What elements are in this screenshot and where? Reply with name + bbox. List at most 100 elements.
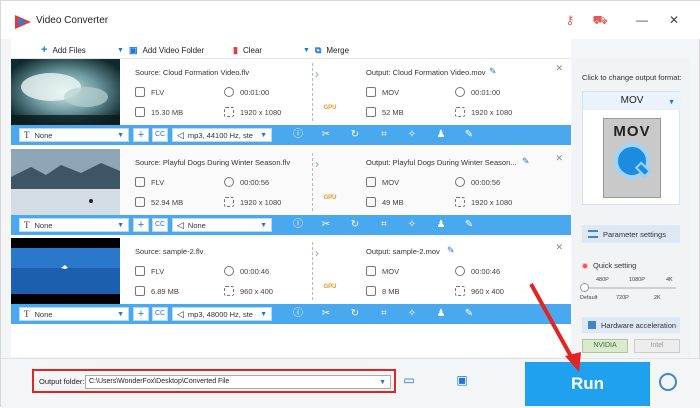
subtitle-select[interactable]: T None ▼ <box>19 128 129 142</box>
merge-icon: ⧉ <box>314 44 322 55</box>
add-video-folder-button[interactable]: ▼ ▣ Add Video Folder <box>117 43 204 57</box>
hardware-acceleration-toggle[interactable]: Hardware acceleration <box>582 317 680 333</box>
remove-item-button[interactable]: ✕ <box>555 63 563 74</box>
resolution-icon <box>455 286 465 296</box>
add-subtitle-button[interactable]: + <box>133 128 149 142</box>
edit-pencil-icon[interactable]: ✎ <box>522 156 530 167</box>
remove-item-button[interactable]: ✕ <box>555 153 563 164</box>
duration-text: 00:01:00 <box>240 87 270 97</box>
output-format-selector[interactable]: MOV ▼ MOV <box>582 91 681 205</box>
output-format: MOV <box>366 87 399 97</box>
rotate-icon[interactable]: ↻ <box>348 307 362 321</box>
cc-button[interactable]: CC <box>152 307 168 321</box>
text-icon: T <box>24 309 30 319</box>
edit-pencil-icon[interactable]: ✎ <box>447 245 455 256</box>
chevron-right-icon: › <box>315 157 319 171</box>
dropdown-arrow-icon[interactable]: ▼ <box>303 47 310 54</box>
clock-icon <box>224 177 234 187</box>
cut-icon[interactable]: ✂ <box>319 218 333 232</box>
subtitle-select[interactable]: T None ▼ <box>19 218 129 232</box>
dropdown-arrow-icon[interactable]: ▼ <box>117 47 124 54</box>
crop-icon[interactable]: ⌗ <box>377 218 391 232</box>
close-button[interactable]: ✕ <box>665 11 683 29</box>
duration-text: 00:00:56 <box>471 177 501 187</box>
source-size: 6.89 MB <box>135 286 179 296</box>
nvidia-option[interactable]: NVIDIA <box>582 339 628 353</box>
source-resolution: 1920 x 1080 <box>224 197 281 207</box>
source-format: FLV <box>135 177 164 187</box>
effects-icon[interactable]: ✧ <box>405 128 419 142</box>
audio-select[interactable]: ◁ None ▼ <box>172 218 272 232</box>
watermark-icon[interactable]: ♟ <box>434 218 448 232</box>
remove-item-button[interactable]: ✕ <box>555 242 563 253</box>
divider <box>312 153 313 211</box>
info-icon[interactable]: ⓘ <box>291 218 305 232</box>
file-icon <box>366 266 376 276</box>
add-subtitle-button[interactable]: + <box>133 218 149 232</box>
res-label-480p: 480P <box>596 277 609 283</box>
audio-select[interactable]: ◁ mp3, 48000 Hz, ste ▼ <box>172 307 272 321</box>
bottom-bar: Output folder: C:\Users\WonderFox\Deskto… <box>1 358 700 408</box>
open-output-folder-icon[interactable]: ▣ <box>454 374 470 386</box>
edit-icon[interactable]: ✎ <box>462 218 476 232</box>
slider-handle[interactable] <box>580 283 589 292</box>
output-folder-input[interactable]: C:\Users\WonderFox\Desktop\Converted Fil… <box>85 375 391 389</box>
dropdown-arrow-icon[interactable]: ▼ <box>379 377 386 388</box>
alarm-clock-icon[interactable] <box>659 373 677 391</box>
duration-text: 00:01:00 <box>471 87 501 97</box>
rotate-icon[interactable]: ↻ <box>348 128 362 142</box>
dropdown-arrow-icon: ▼ <box>117 222 124 229</box>
edit-icon[interactable]: ✎ <box>462 128 476 142</box>
info-icon[interactable]: ⓘ <box>291 307 305 321</box>
audio-value: mp3, 48000 Hz, ste <box>187 309 253 319</box>
minimize-button[interactable]: — <box>633 11 651 29</box>
source-resolution: 960 x 400 <box>224 286 273 296</box>
duration-text: 00:00:56 <box>240 177 270 187</box>
list-item[interactable]: Source: Cloud Formation Video.flv FLV 00… <box>11 59 571 147</box>
main-toolbar: + Add Files ▼ ▣ Add Video Folder ▮ Clear… <box>11 39 571 59</box>
list-item[interactable]: Source: Playful Dogs During Winter Seaso… <box>11 149 571 237</box>
audio-select[interactable]: ◁ mp3, 44100 Hz, ste ▼ <box>172 128 272 142</box>
cart-icon[interactable]: ⛟ <box>591 11 609 29</box>
source-size: 15.30 MB <box>135 107 183 117</box>
intel-label: Intel <box>650 342 664 349</box>
intel-option[interactable]: Intel <box>634 339 680 353</box>
watermark-icon[interactable]: ♟ <box>434 307 448 321</box>
quick-setting-slider[interactable] <box>584 287 676 289</box>
folder-icon <box>366 107 376 117</box>
size-text: 52 MB <box>382 107 404 117</box>
rotate-icon[interactable]: ↻ <box>348 218 362 232</box>
watermark-icon[interactable]: ♟ <box>434 128 448 142</box>
clear-label: Clear <box>242 45 263 55</box>
run-button[interactable]: Run <box>525 362 650 406</box>
add-files-label: Add Files <box>52 45 86 55</box>
parameter-settings-label: Parameter settings <box>603 229 666 239</box>
cut-icon[interactable]: ✂ <box>319 128 333 142</box>
crop-icon[interactable]: ⌗ <box>377 307 391 321</box>
key-icon[interactable]: ⚷ <box>561 11 579 29</box>
list-item[interactable]: Source: sample-2.flv FLV 00:00:46 6.89 M… <box>11 238 571 326</box>
add-subtitle-button[interactable]: + <box>133 307 149 321</box>
edit-icon[interactable]: ✎ <box>462 307 476 321</box>
cc-button[interactable]: CC <box>152 218 168 232</box>
effects-icon[interactable]: ✧ <box>405 218 419 232</box>
resolution-text: 1920 x 1080 <box>471 107 513 117</box>
crop-icon[interactable]: ⌗ <box>377 128 391 142</box>
res-label-4k: 4K <box>666 277 673 283</box>
cc-button[interactable]: CC <box>152 128 168 142</box>
dropdown-arrow-icon: ▼ <box>260 222 267 229</box>
parameter-settings-button[interactable]: Parameter settings <box>582 225 680 243</box>
gpu-text: GPU <box>323 105 337 111</box>
cut-icon[interactable]: ✂ <box>319 307 333 321</box>
merge-button[interactable]: ▼ ⧉ Merge <box>303 43 349 57</box>
browse-folder-icon[interactable]: ▭ <box>401 374 417 386</box>
subtitle-select[interactable]: T None ▼ <box>19 307 129 321</box>
clear-button[interactable]: ▮ Clear <box>233 43 262 57</box>
add-files-button[interactable]: + Add Files <box>41 43 86 57</box>
source-duration: 00:00:56 <box>224 177 269 187</box>
hardware-acceleration-label: Hardware acceleration <box>601 320 677 330</box>
effects-icon[interactable]: ✧ <box>405 307 419 321</box>
info-icon[interactable]: ⓘ <box>291 128 305 142</box>
edit-pencil-icon[interactable]: ✎ <box>489 66 497 77</box>
trash-icon: ▮ <box>233 44 238 55</box>
